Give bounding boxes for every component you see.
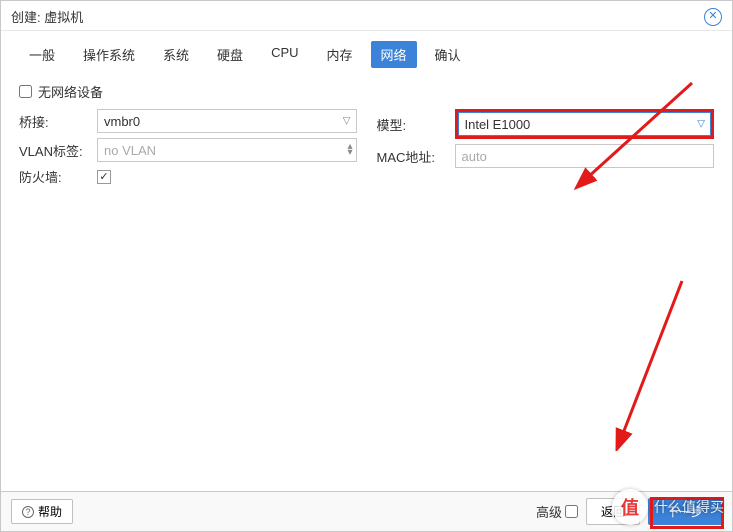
tab-memory[interactable]: 内存: [317, 41, 363, 68]
tab-bar: 一般 操作系统 系统 硬盘 CPU 内存 网络 确认: [1, 31, 732, 68]
bridge-label: 桥接:: [19, 112, 97, 131]
bridge-select[interactable]: vmbr0: [97, 109, 357, 133]
model-label: 模型:: [377, 115, 455, 134]
tab-cpu[interactable]: CPU: [261, 41, 308, 68]
left-column: 桥接: vmbr0 ▽ VLAN标签: ▴▾: [19, 109, 357, 191]
create-vm-dialog: 创建: 虚拟机 ✕ 一般 操作系统 系统 硬盘 CPU 内存 网络 确认 无网络…: [0, 0, 733, 532]
tab-confirm[interactable]: 确认: [425, 41, 471, 68]
annotation-arrow-icon: [582, 271, 702, 451]
mac-input[interactable]: [455, 144, 715, 168]
vlan-label: VLAN标签:: [19, 141, 97, 160]
firewall-checkbox[interactable]: ✓: [97, 170, 111, 184]
mac-label: MAC地址:: [377, 147, 455, 166]
no-network-row: 无网络设备: [19, 82, 714, 101]
model-select[interactable]: Intel E1000: [458, 112, 712, 136]
right-column: 模型: Intel E1000 ▽ MAC地址:: [377, 109, 715, 191]
dialog-title: 创建: 虚拟机: [11, 7, 83, 26]
vlan-field: VLAN标签: ▴▾: [19, 138, 357, 162]
footer: ? 帮助 高级 返回 下一步: [1, 491, 732, 531]
back-button[interactable]: 返回: [586, 498, 640, 525]
close-icon[interactable]: ✕: [704, 8, 722, 26]
tab-system[interactable]: 系统: [153, 41, 199, 68]
no-network-checkbox[interactable]: [19, 85, 32, 98]
tab-disk[interactable]: 硬盘: [207, 41, 253, 68]
bridge-field: 桥接: vmbr0 ▽: [19, 109, 357, 133]
next-button[interactable]: 下一步: [648, 498, 722, 525]
mac-field: MAC地址:: [377, 144, 715, 168]
titlebar: 创建: 虚拟机 ✕: [1, 1, 732, 31]
content-panel: 无网络设备 桥接: vmbr0 ▽ VLAN标签:: [1, 68, 732, 491]
advanced-checkbox[interactable]: [565, 505, 578, 518]
no-network-label: 无网络设备: [38, 82, 103, 101]
help-icon: ?: [22, 506, 34, 518]
help-button[interactable]: ? 帮助: [11, 499, 73, 524]
tab-network[interactable]: 网络: [371, 41, 417, 68]
advanced-toggle: 高级: [536, 502, 578, 521]
vlan-input[interactable]: [97, 138, 357, 162]
advanced-label: 高级: [536, 502, 562, 521]
tab-os[interactable]: 操作系统: [73, 41, 145, 68]
firewall-field: 防火墙: ✓: [19, 167, 357, 186]
tab-general[interactable]: 一般: [19, 41, 65, 68]
model-field: 模型: Intel E1000 ▽: [377, 109, 715, 139]
firewall-label: 防火墙:: [19, 167, 97, 186]
